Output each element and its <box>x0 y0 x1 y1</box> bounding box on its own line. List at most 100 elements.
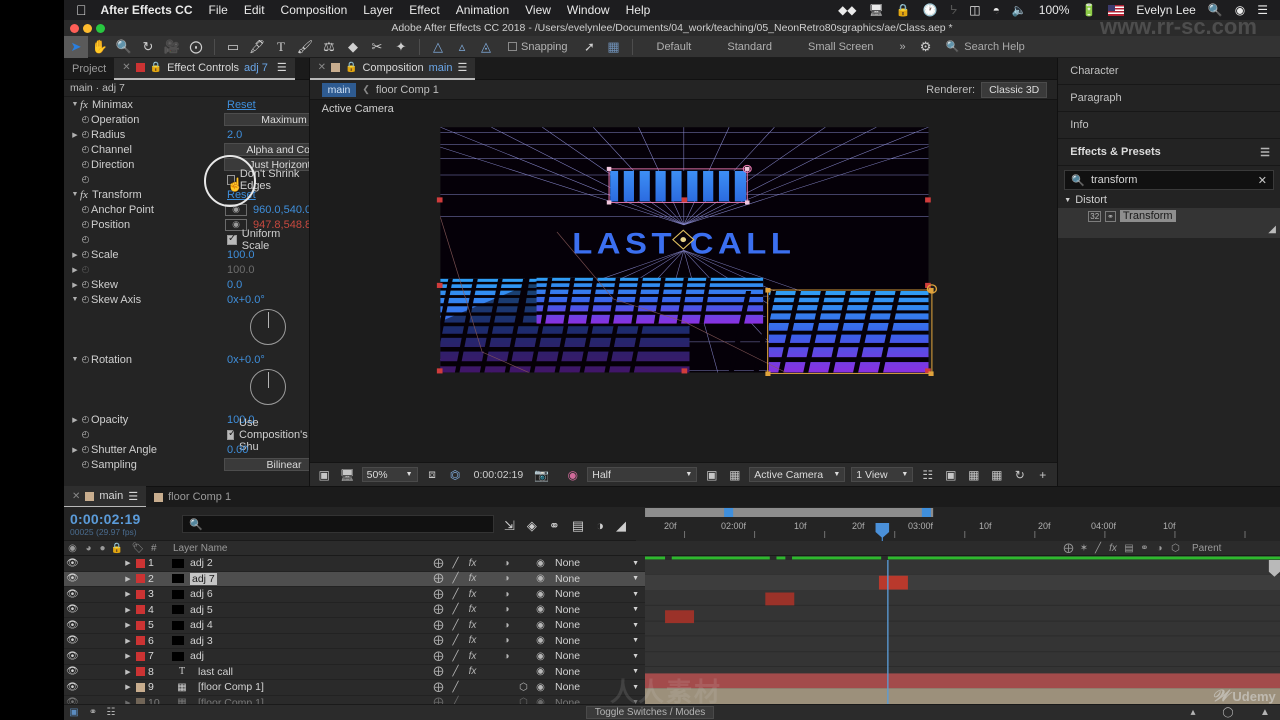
channel-icon[interactable]: ◉ <box>564 466 581 483</box>
table-row[interactable]: 👁 ▶ 9 ▦ [floor Comp 1] ⨁ ╱ ⬡ ◉ None ▼ <box>64 680 645 696</box>
stopwatch-icon[interactable]: ◴ <box>80 219 91 230</box>
alpha-boundary-icon[interactable]: ▦ <box>726 466 743 483</box>
effects-search-input[interactable] <box>1090 174 1252 186</box>
timeline-current-time[interactable]: 0:00:02:19 00025 (29.97 fps) <box>64 507 182 540</box>
adjustment-layer-icon[interactable]: ◑ <box>498 589 515 600</box>
menu-composition[interactable]: Composition <box>281 3 348 17</box>
layer-name[interactable]: adj 5 <box>190 604 430 616</box>
table-row[interactable]: 👁 ▶ 1 adj 2 ⨁ ╱ fx ◑ ◉ None ▼ <box>64 556 645 572</box>
delete-icon[interactable]: ⚭ <box>84 707 102 718</box>
layer-name[interactable]: last call <box>198 666 430 678</box>
close-icon[interactable]: ✕ <box>72 491 80 502</box>
new-comp-icon[interactable]: ▣ <box>64 707 84 718</box>
view-camera-select[interactable]: Active Camera ▼ <box>749 467 846 482</box>
effects-item-transform[interactable]: 32 ⚭ Transform <box>1058 208 1280 224</box>
stopwatch-icon[interactable]: ◴ <box>80 129 91 140</box>
3d-layer-icon[interactable]: ◉ <box>532 651 549 662</box>
quality-switch-icon[interactable]: ╱ <box>447 604 464 615</box>
selection-tool[interactable]: ➤ <box>64 35 88 58</box>
prop-use-composition-shutter[interactable]: ◴ Use Composition's Shu <box>64 417 309 453</box>
volume-icon[interactable]: 🔈 <box>1012 3 1027 17</box>
breadcrumb-main[interactable]: main <box>321 82 357 97</box>
sampling-select[interactable]: Bilinear ▼ <box>224 458 309 471</box>
tab-info[interactable]: Info <box>1058 112 1280 139</box>
rotation-dial[interactable] <box>250 369 286 405</box>
table-row[interactable]: 👁 ▶ 8 T last call ⨁ ╱ fx ◉ None ▼ <box>64 665 645 680</box>
fx-switch-icon[interactable]: fx <box>464 604 481 615</box>
panel-menu-icon[interactable]: ☰ <box>1260 146 1270 159</box>
effect-header-transform[interactable]: ▼ fx Transform Reset About.. <box>64 187 309 202</box>
uniform-scale-checkbox[interactable] <box>227 233 237 245</box>
chevron-down-icon[interactable]: ▼ <box>70 101 80 108</box>
skew-value[interactable]: 0.0 <box>227 279 242 291</box>
chevron-right-icon[interactable]: ▶ <box>120 575 136 583</box>
close-icon[interactable]: ✕ <box>1258 174 1267 187</box>
lock-icon[interactable]: 🔒 <box>150 62 162 73</box>
prop-anchor-point[interactable]: ◴ Anchor Point ◉ 960.0,540.0 <box>64 202 309 217</box>
chevron-down-icon[interactable]: ▼ <box>1064 197 1071 204</box>
chevron-right-icon[interactable]: ▶ <box>70 266 80 274</box>
stopwatch-icon[interactable]: ◴ <box>80 459 91 470</box>
chevron-down-icon[interactable]: ▼ <box>70 191 80 198</box>
layer-parent-select[interactable]: None ▼ <box>549 635 645 647</box>
anchor-switch-icon[interactable]: ⨁ <box>430 682 447 693</box>
apple-icon[interactable]:  <box>76 3 87 17</box>
camera-tool[interactable]: 🎥 <box>160 36 184 58</box>
quality-switch-icon[interactable]: ╱ <box>447 558 464 569</box>
menu-app-name[interactable]: After Effects CC <box>101 3 193 17</box>
prop-operation[interactable]: ◴ Operation Maximum ▼ <box>64 112 309 127</box>
quality-switch-icon[interactable]: ╱ <box>447 697 464 704</box>
world-axis-icon[interactable]: ▵ <box>450 36 474 58</box>
chevron-right-icon[interactable]: ▶ <box>120 590 136 598</box>
workspace-overflow[interactable]: » <box>891 41 913 53</box>
zoom-tool[interactable]: 🔍 <box>112 36 136 58</box>
quality-switch-icon[interactable]: ╱ <box>447 635 464 646</box>
eraser-tool[interactable]: ◆ <box>341 36 365 58</box>
backup-icon[interactable]: 🔒 <box>896 3 911 17</box>
main-view-icon[interactable]: 🖥 <box>339 466 356 483</box>
magnification-select[interactable]: 50% ▼ <box>361 467 418 482</box>
motion-blur-icon[interactable]: ◑ <box>596 518 604 533</box>
stopwatch-icon[interactable]: ◴ <box>80 234 91 245</box>
chevron-right-icon[interactable]: ▶ <box>120 637 136 645</box>
chevron-right-icon[interactable]: ▶ <box>70 416 80 424</box>
adjustment-layer-icon[interactable]: ◑ <box>498 651 515 662</box>
quality-switch-icon[interactable]: ╱ <box>447 651 464 662</box>
layer-name[interactable]: adj 2 <box>190 557 430 569</box>
prop-channel[interactable]: ◴ Channel Alpha and Color ▼ <box>64 142 309 157</box>
chevron-right-icon[interactable]: ▶ <box>120 668 136 676</box>
timeline-track-area[interactable] <box>645 556 1280 704</box>
adjustment-layer-icon[interactable]: ◑ <box>498 604 515 615</box>
table-row[interactable]: 👁 ▶ 10 ▦ [floor Comp 1] ⨁ ╱ ⬡ ◉ None ▼ <box>64 696 645 704</box>
layer-parent-select[interactable]: None ▼ <box>549 604 645 616</box>
table-row[interactable]: 👁 ▶ 4 adj 5 ⨁ ╱ fx ◑ ◉ None ▼ <box>64 603 645 618</box>
layer-label-color[interactable] <box>136 589 145 599</box>
frame-blending-icon[interactable]: ▤ <box>572 518 584 534</box>
anchor-switch-icon[interactable]: ⨁ <box>430 697 447 704</box>
layer-label-color[interactable] <box>136 620 145 630</box>
layer-label-color[interactable] <box>136 651 145 661</box>
user-name[interactable]: Evelyn Lee <box>1136 3 1195 17</box>
prop-skew-axis[interactable]: ▼ ◴ Skew Axis 0x+0.0° <box>64 292 309 307</box>
chevron-right-icon[interactable]: ▶ <box>70 446 80 454</box>
layer-parent-select[interactable]: None ▼ <box>549 681 645 693</box>
effects-category-distort[interactable]: ▼ Distort <box>1058 192 1280 208</box>
layer-parent-select[interactable]: None ▼ <box>549 573 645 585</box>
layer-name[interactable]: adj 7 <box>190 572 430 585</box>
rotation-value[interactable]: 0x+0.0° <box>227 354 265 366</box>
close-icon[interactable]: ✕ <box>122 62 130 73</box>
battery-meter-icon[interactable]: ◫ <box>969 3 980 17</box>
quality-switch-icon[interactable]: ╱ <box>447 589 464 600</box>
search-help-field[interactable]: 🔍 Search Help <box>946 40 1025 54</box>
stopwatch-icon[interactable]: ◴ <box>80 354 91 365</box>
anchor-switch-icon[interactable]: ⨁ <box>430 651 447 662</box>
brush-tool[interactable]: 🖌 <box>293 36 317 58</box>
reset-link[interactable]: Reset <box>227 99 256 111</box>
menu-help[interactable]: Help <box>626 3 651 17</box>
3d-layer-icon[interactable]: ◉ <box>532 604 549 615</box>
stopwatch-icon[interactable]: ◴ <box>80 444 91 455</box>
layer-visibility-toggle[interactable]: 👁 <box>64 666 81 677</box>
quality-switch-icon[interactable]: ╱ <box>447 573 464 584</box>
layer-visibility-toggle[interactable]: 👁 <box>64 620 81 631</box>
layer-parent-select[interactable]: None ▼ <box>549 650 645 662</box>
